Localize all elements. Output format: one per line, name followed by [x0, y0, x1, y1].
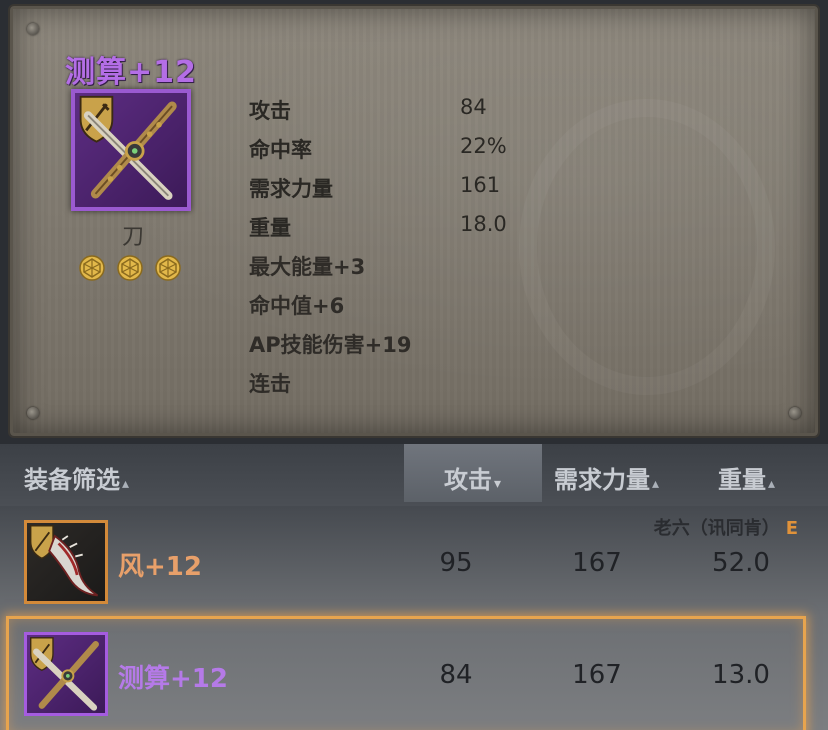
sort-up-arrow-icon: ▴	[652, 476, 660, 492]
stat-value: 161	[460, 173, 501, 197]
equipment-row[interactable]: 老六（讯同肯） E 风+12 95 167 52.0	[0, 510, 828, 614]
crossed-blades-icon	[30, 637, 99, 711]
item-type-label: 刀	[121, 225, 144, 250]
gem-slot-icon	[117, 255, 143, 281]
stat-value: 84	[460, 95, 487, 119]
bonus-label: AP技能伤害+19	[249, 333, 412, 357]
bonus-row: 最大能量+3	[249, 251, 629, 290]
bonus-label: 最大能量+3	[249, 255, 366, 279]
crossed-blades-icon	[79, 95, 177, 200]
bonus-row: 命中值+6	[249, 290, 629, 329]
owner-name: 老六（讯同肯）	[653, 518, 780, 539]
sort-attack-button[interactable]: 攻击 ▾	[444, 460, 501, 495]
stats-list: 攻击 84 命中率 22% 需求力量 161 重量 18.0 最大能量+3 命中…	[249, 95, 629, 407]
sort-up-arrow-icon: ▴	[122, 476, 130, 492]
screw-decoration	[27, 407, 39, 419]
screw-decoration	[789, 407, 801, 419]
strength-value: 167	[572, 548, 622, 578]
item-name: 测算+12	[118, 664, 228, 694]
weight-value: 13.0	[712, 660, 770, 690]
sort-strength-label: 需求力量	[554, 466, 650, 494]
item-thumbnail	[24, 520, 108, 604]
item-thumbnail	[24, 632, 108, 716]
stat-row-required-strength: 需求力量 161	[249, 173, 629, 212]
bonus-label: 连击	[249, 372, 291, 396]
sort-strength-button[interactable]: 需求力量 ▴	[554, 460, 659, 495]
stat-value: 18.0	[460, 212, 507, 236]
gem-slots	[79, 255, 181, 281]
attack-value: 84	[439, 660, 473, 690]
sort-weight-button[interactable]: 重量 ▴	[718, 460, 775, 495]
sort-attack-label: 攻击	[444, 466, 492, 494]
weight-value: 52.0	[712, 548, 770, 578]
item-icon[interactable]	[71, 89, 191, 211]
stat-value: 22%	[460, 134, 507, 158]
item-detail-card: 测算+12 刀 攻击 84 命中率 22% 需求力量 161 重量 18.0 最…	[10, 6, 818, 436]
owner-label: 老六（讯同肯） E	[654, 514, 798, 540]
bonus-row: AP技能伤害+19	[249, 329, 629, 368]
filter-button[interactable]: 装备筛选 ▴	[24, 460, 129, 495]
filter-label: 装备筛选	[24, 466, 120, 494]
owner-grade: E	[785, 518, 798, 539]
stat-label: 重量	[249, 216, 291, 240]
attack-value: 95	[439, 548, 473, 578]
curved-blade-icon	[30, 525, 99, 597]
stat-row-weight: 重量 18.0	[249, 212, 629, 251]
item-title: 测算+12	[65, 55, 197, 90]
stat-label: 命中率	[249, 138, 312, 162]
stat-row-attack: 攻击 84	[249, 95, 629, 134]
equipment-row-selected[interactable]: 测算+12 84 167 13.0	[0, 622, 828, 726]
item-name: 风+12	[118, 552, 202, 582]
gem-slot-icon	[155, 255, 181, 281]
sort-up-arrow-icon: ▴	[768, 476, 776, 492]
sort-down-arrow-icon: ▾	[494, 476, 502, 492]
screw-decoration	[27, 23, 39, 35]
stat-label: 需求力量	[249, 177, 333, 201]
gem-slot-icon	[79, 255, 105, 281]
stat-label: 攻击	[249, 99, 291, 123]
stat-row-hit-rate: 命中率 22%	[249, 134, 629, 173]
sort-weight-label: 重量	[718, 466, 766, 494]
equipment-list: 装备筛选 ▴ 攻击 ▾ 需求力量 ▴ 重量 ▴ 老六（讯同肯） E 风+12 95 167	[0, 444, 828, 730]
strength-value: 167	[572, 660, 622, 690]
bonus-row: 连击	[249, 368, 629, 407]
bonus-label: 命中值+6	[249, 294, 345, 318]
list-header: 装备筛选 ▴ 攻击 ▾ 需求力量 ▴ 重量 ▴	[0, 444, 828, 506]
